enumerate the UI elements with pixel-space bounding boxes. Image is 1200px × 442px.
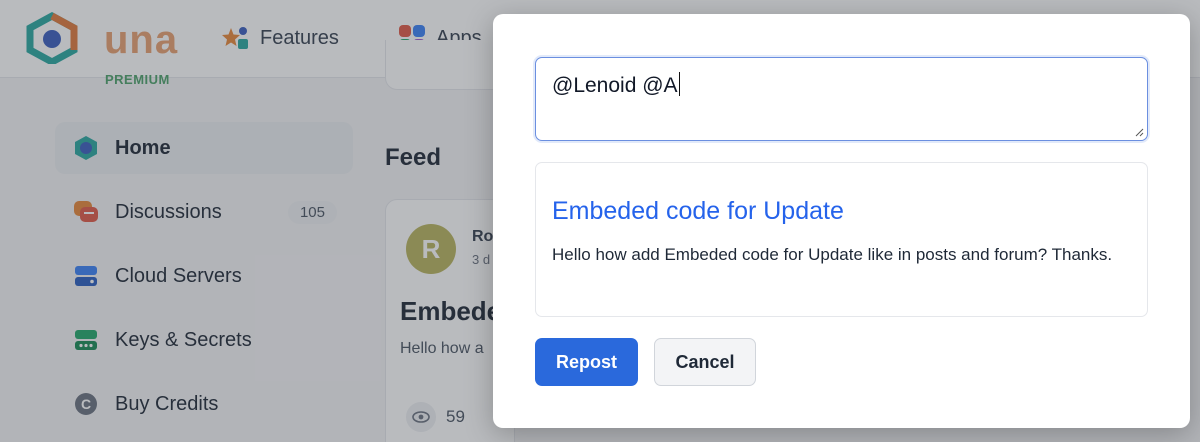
embedded-post-text: Hello how add Embeded code for Update li…	[552, 245, 1113, 264]
text-caret	[678, 72, 680, 96]
repost-button[interactable]: Repost	[535, 338, 638, 386]
repost-message-value: @Lenoid @A	[552, 74, 678, 97]
embedded-post-preview: Embeded code for Update Hello how add Em…	[535, 162, 1148, 317]
repost-message-input[interactable]: @Lenoid @A	[535, 57, 1148, 141]
resize-grip-icon[interactable]	[1134, 127, 1144, 137]
embedded-post-title[interactable]: Embeded code for Update	[552, 197, 844, 226]
repost-modal: @Lenoid @A Embeded code for Update Hello…	[493, 14, 1190, 428]
cancel-button[interactable]: Cancel	[654, 338, 756, 386]
